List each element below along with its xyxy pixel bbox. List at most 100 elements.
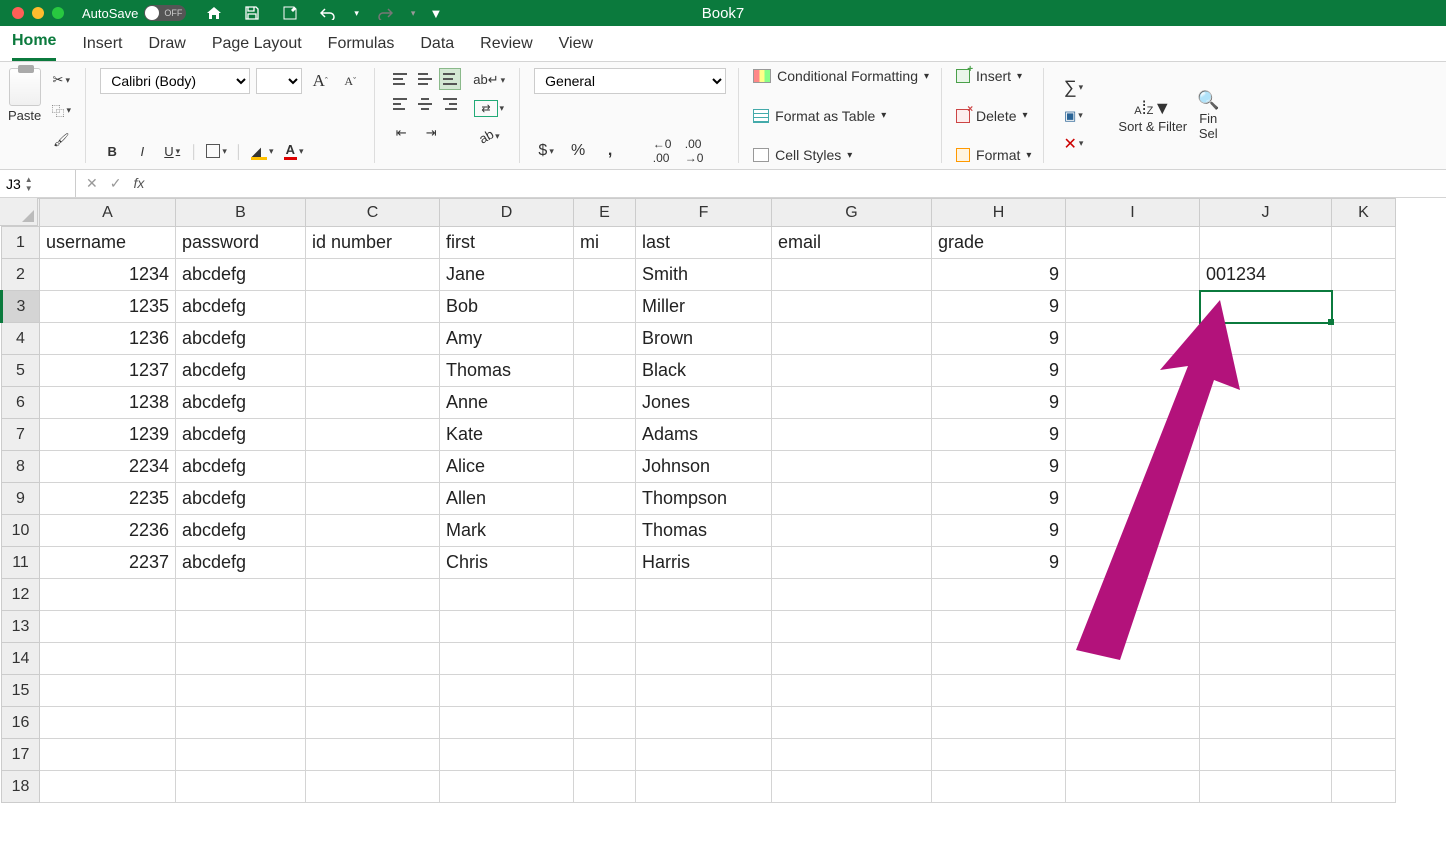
cell-C14[interactable]	[306, 643, 440, 675]
cell-I4[interactable]	[1066, 323, 1200, 355]
copy-button[interactable]: ⿻	[49, 98, 73, 122]
cell-K15[interactable]	[1332, 675, 1396, 707]
cell-I2[interactable]	[1066, 259, 1200, 291]
row-header-14[interactable]: 14	[2, 643, 40, 675]
column-header-D[interactable]: D	[440, 199, 574, 227]
cell-E16[interactable]	[574, 707, 636, 739]
sort-filter-button[interactable]: A⁞Z▼ Sort & Filter	[1118, 98, 1187, 134]
cell-I13[interactable]	[1066, 611, 1200, 643]
cell-styles-button[interactable]: Cell Styles ▾	[753, 147, 929, 163]
cell-H14[interactable]	[932, 643, 1066, 675]
orientation-button[interactable]: ab	[471, 124, 507, 148]
cell-A11[interactable]: 2237	[40, 547, 176, 579]
cell-D14[interactable]	[440, 643, 574, 675]
cell-A16[interactable]	[40, 707, 176, 739]
cell-D3[interactable]: Bob	[440, 291, 574, 323]
column-header-B[interactable]: B	[176, 199, 306, 227]
cell-F6[interactable]: Jones	[636, 387, 772, 419]
cell-K13[interactable]	[1332, 611, 1396, 643]
cut-button[interactable]: ✂	[49, 68, 73, 92]
cell-J7[interactable]	[1200, 419, 1332, 451]
cell-D17[interactable]	[440, 739, 574, 771]
cell-J8[interactable]	[1200, 451, 1332, 483]
cell-B17[interactable]	[176, 739, 306, 771]
cell-E7[interactable]	[574, 419, 636, 451]
fill-button[interactable]: ▣	[1058, 104, 1088, 128]
delete-cells-button[interactable]: Delete ▾	[956, 108, 1031, 124]
redo-dropdown[interactable]: ▾	[411, 8, 416, 19]
autosave-control[interactable]: AutoSave OFF	[82, 5, 186, 21]
font-size-select[interactable]: 12	[256, 68, 302, 94]
column-header-C[interactable]: C	[306, 199, 440, 227]
number-format-select[interactable]: General	[534, 68, 726, 94]
cell-A9[interactable]: 2235	[40, 483, 176, 515]
tab-home[interactable]: Home	[12, 32, 56, 61]
cell-F8[interactable]: Johnson	[636, 451, 772, 483]
cell-F17[interactable]	[636, 739, 772, 771]
cell-E6[interactable]	[574, 387, 636, 419]
cell-B4[interactable]: abcdefg	[176, 323, 306, 355]
tab-view[interactable]: View	[559, 35, 593, 61]
cell-K5[interactable]	[1332, 355, 1396, 387]
clipboard-icon[interactable]	[9, 68, 41, 106]
cell-F16[interactable]	[636, 707, 772, 739]
cell-I15[interactable]	[1066, 675, 1200, 707]
cell-D1[interactable]: first	[440, 227, 574, 259]
insert-function-icon[interactable]: fx	[133, 175, 144, 192]
cell-K8[interactable]	[1332, 451, 1396, 483]
cell-G11[interactable]	[772, 547, 932, 579]
cell-E11[interactable]	[574, 547, 636, 579]
cell-I3[interactable]	[1066, 291, 1200, 323]
home-icon[interactable]	[202, 1, 226, 25]
cell-J10[interactable]	[1200, 515, 1332, 547]
cell-K16[interactable]	[1332, 707, 1396, 739]
column-header-F[interactable]: F	[636, 199, 772, 227]
cell-H2[interactable]: 9	[932, 259, 1066, 291]
tab-formulas[interactable]: Formulas	[328, 35, 395, 61]
cell-E14[interactable]	[574, 643, 636, 675]
cell-C8[interactable]	[306, 451, 440, 483]
cell-K17[interactable]	[1332, 739, 1396, 771]
cell-J11[interactable]	[1200, 547, 1332, 579]
cell-G16[interactable]	[772, 707, 932, 739]
cell-D12[interactable]	[440, 579, 574, 611]
cell-D15[interactable]	[440, 675, 574, 707]
cell-E8[interactable]	[574, 451, 636, 483]
cell-F10[interactable]: Thomas	[636, 515, 772, 547]
cell-D18[interactable]	[440, 771, 574, 803]
cell-B10[interactable]: abcdefg	[176, 515, 306, 547]
cell-B8[interactable]: abcdefg	[176, 451, 306, 483]
row-header-15[interactable]: 15	[2, 675, 40, 707]
row-header-18[interactable]: 18	[2, 771, 40, 803]
cell-A1[interactable]: username	[40, 227, 176, 259]
row-header-13[interactable]: 13	[2, 611, 40, 643]
cell-G12[interactable]	[772, 579, 932, 611]
cell-A18[interactable]	[40, 771, 176, 803]
cell-D11[interactable]: Chris	[440, 547, 574, 579]
cell-A2[interactable]: 1234	[40, 259, 176, 291]
cell-B15[interactable]	[176, 675, 306, 707]
cell-C3[interactable]	[306, 291, 440, 323]
cell-D5[interactable]: Thomas	[440, 355, 574, 387]
comma-format-button[interactable]: ,	[598, 139, 622, 163]
cell-J12[interactable]	[1200, 579, 1332, 611]
underline-button[interactable]: U	[160, 139, 184, 163]
cell-C7[interactable]	[306, 419, 440, 451]
cell-F13[interactable]	[636, 611, 772, 643]
accounting-format-button[interactable]: $	[534, 139, 558, 163]
clear-button[interactable]: ✕	[1058, 132, 1088, 156]
cell-A10[interactable]: 2236	[40, 515, 176, 547]
edit-icon[interactable]	[278, 1, 302, 25]
format-as-table-button[interactable]: Format as Table ▾	[753, 108, 929, 124]
cell-B7[interactable]: abcdefg	[176, 419, 306, 451]
cell-K12[interactable]	[1332, 579, 1396, 611]
cell-E10[interactable]	[574, 515, 636, 547]
cell-B13[interactable]	[176, 611, 306, 643]
cell-E15[interactable]	[574, 675, 636, 707]
cell-H8[interactable]: 9	[932, 451, 1066, 483]
cell-H1[interactable]: grade	[932, 227, 1066, 259]
cell-I6[interactable]	[1066, 387, 1200, 419]
cell-F1[interactable]: last	[636, 227, 772, 259]
cell-C11[interactable]	[306, 547, 440, 579]
cell-I9[interactable]	[1066, 483, 1200, 515]
